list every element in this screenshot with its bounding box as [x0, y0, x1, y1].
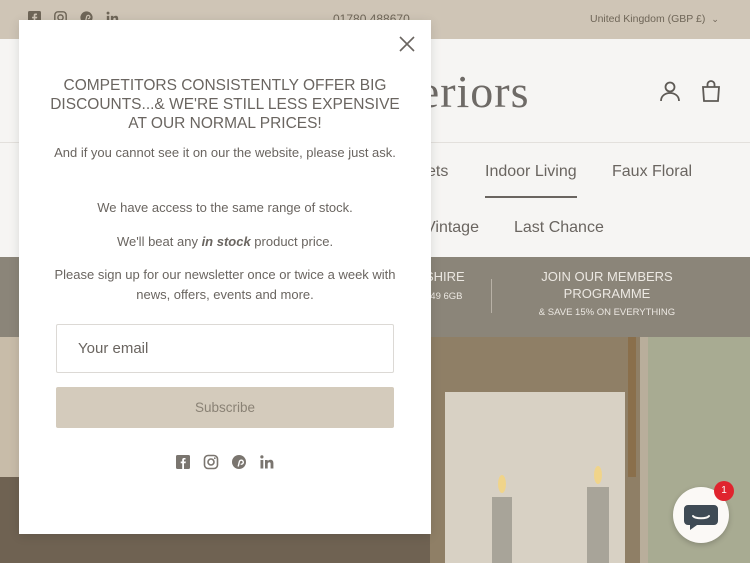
- subscribe-button[interactable]: Subscribe: [56, 387, 394, 428]
- modal-paragraph-newsletter: Please sign up for our newsletter once o…: [54, 267, 396, 302]
- facebook-icon[interactable]: [175, 454, 191, 470]
- modal-paragraph-stock: We have access to the same range of stoc…: [97, 200, 353, 215]
- beat-text-before: We'll beat any: [116, 234, 202, 249]
- country-selector[interactable]: United Kingdom (GBP £) ⌄: [590, 13, 719, 25]
- beat-text-after: product price.: [250, 234, 334, 249]
- instagram-icon[interactable]: [203, 454, 219, 470]
- nav-item-vintage[interactable]: Vintage: [425, 219, 479, 237]
- modal-paragraph-beat: We'll beat any in stock product price.: [49, 232, 401, 252]
- chevron-down-icon: ⌄: [711, 14, 719, 24]
- email-field[interactable]: [56, 324, 394, 373]
- close-icon[interactable]: [397, 34, 417, 54]
- modal-paragraph-ask: And if you cannot see it on our the webs…: [54, 145, 396, 160]
- promo-members-title[interactable]: JOIN OUR MEMBERS PROGRAMME: [522, 268, 692, 302]
- modal-socials: [175, 454, 275, 470]
- account-icon[interactable]: [658, 79, 682, 103]
- linkedin-icon[interactable]: [259, 454, 275, 470]
- promo-divider: [491, 279, 492, 313]
- pinterest-icon[interactable]: [231, 454, 247, 470]
- cart-icon[interactable]: [700, 79, 722, 103]
- country-label: United Kingdom (GBP £): [590, 13, 706, 25]
- beat-text-emphasis: in stock: [201, 234, 251, 249]
- nav-item-last-chance[interactable]: Last Chance: [514, 219, 604, 237]
- newsletter-modal: COMPETITORS CONSISTENTLY OFFER BIG DISCO…: [19, 20, 431, 534]
- chat-unread-badge: 1: [714, 481, 734, 501]
- promo-members-subtitle: & SAVE 15% ON EVERYTHING: [538, 307, 676, 318]
- nav-item-faux-floral[interactable]: Faux Floral: [612, 163, 692, 181]
- nav-item-indoor-living[interactable]: Indoor Living: [485, 163, 577, 198]
- modal-title: COMPETITORS CONSISTENTLY OFFER BIG DISCO…: [50, 77, 400, 132]
